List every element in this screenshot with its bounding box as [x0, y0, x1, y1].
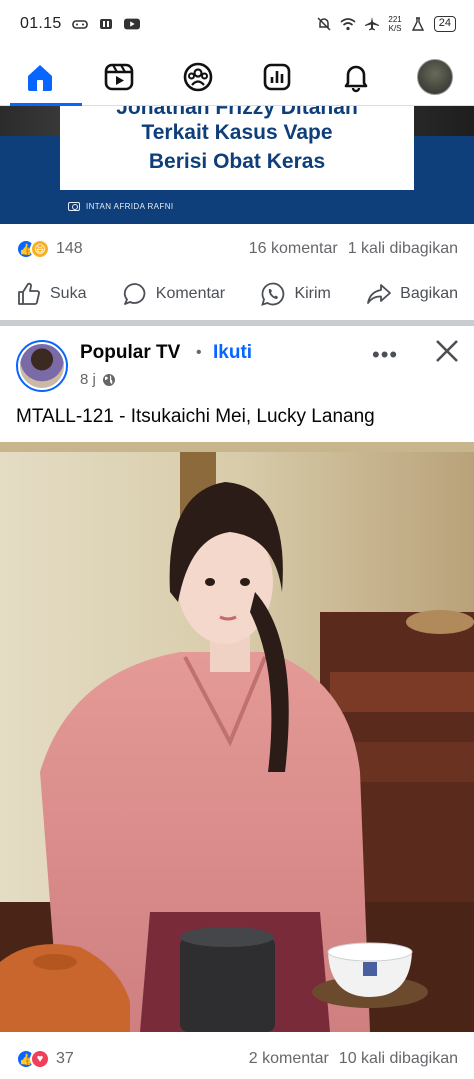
- share-count[interactable]: 1 kali dibagikan: [348, 240, 458, 258]
- page-name[interactable]: Popular TV: [80, 342, 180, 364]
- follow-button[interactable]: Ikuti: [213, 342, 252, 364]
- photo-credit-text: INTAN AFRIDA RAFNI: [86, 202, 174, 211]
- nav-dashboard[interactable]: [247, 48, 307, 106]
- previous-post-image[interactable]: Jonathan Frizzy Ditahan Terkait Kasus Va…: [0, 106, 474, 224]
- reaction-count[interactable]: 37: [56, 1050, 74, 1068]
- prev-post-reactions: 👍 😆 148 16 komentar 1 kali dibagikan: [0, 232, 474, 266]
- reaction-icons[interactable]: 👍 😆: [16, 239, 50, 259]
- thumbs-up-icon: [18, 282, 40, 305]
- dashboard-icon: [263, 63, 290, 90]
- share-button[interactable]: Bagikan: [366, 281, 458, 307]
- network-speed-unit: K/S: [388, 24, 402, 33]
- post-header: Popular TV • Ikuti 8 j •••: [0, 326, 474, 404]
- reaction-icons[interactable]: 👍 ♥: [16, 1049, 50, 1069]
- post-time-text: 8 j: [80, 371, 96, 388]
- more-options-button[interactable]: •••: [372, 342, 398, 368]
- love-reaction-icon: ♥: [30, 1049, 50, 1069]
- battery-indicator: 24: [433, 16, 456, 32]
- close-icon[interactable]: [432, 336, 462, 366]
- profile-avatar: [416, 58, 453, 95]
- mute-icon: [317, 17, 331, 31]
- nav-home[interactable]: [9, 48, 82, 106]
- groups-icon: [183, 62, 212, 91]
- nav-video[interactable]: [89, 48, 149, 106]
- dot-separator: •: [196, 344, 202, 361]
- send-button[interactable]: Kirim: [260, 281, 331, 307]
- headline-line-2: Berisi Obat Keras: [148, 150, 326, 173]
- haha-reaction-icon: 😆: [30, 239, 50, 259]
- comment-button[interactable]: Komentar: [122, 281, 225, 307]
- headline-line-1: Terkait Kasus Vape: [141, 121, 333, 144]
- video-frame: [0, 442, 474, 1032]
- bell-icon: [344, 65, 367, 92]
- video-icon: [104, 63, 133, 90]
- headline-card: Jonathan Frizzy Ditahan Terkait Kasus Va…: [60, 106, 414, 190]
- photo-credit: INTAN AFRIDA RAFNI: [68, 202, 174, 211]
- home-icon: [27, 64, 52, 91]
- share-count[interactable]: 10 kali dibagikan: [339, 1050, 458, 1068]
- comment-count[interactable]: 2 komentar: [249, 1050, 329, 1068]
- post-reactions: 👍 ♥ 37 2 komentar 10 kali dibagikan: [0, 1042, 474, 1076]
- network-speed: 221 K/S: [388, 15, 401, 33]
- network-speed-value: 221: [388, 15, 402, 24]
- status-bar: 01.15 221 K/S 24: [0, 0, 474, 48]
- flask-icon: [411, 17, 424, 31]
- comment-label: Komentar: [155, 285, 226, 302]
- post-video[interactable]: [0, 442, 474, 1032]
- post-actions: Suka Komentar Kirim Bagikan: [0, 272, 474, 316]
- post-caption: MTALL-121 - Itsukaichi Mei, Lucky Lanang: [16, 406, 375, 427]
- comment-count[interactable]: 16 komentar: [249, 240, 338, 258]
- like-button[interactable]: Suka: [16, 281, 86, 307]
- youtube-icon: [123, 18, 140, 30]
- send-label: Kirim: [294, 285, 331, 302]
- nav-notifications[interactable]: [326, 48, 386, 106]
- globe-icon: [102, 373, 115, 386]
- post-timestamp[interactable]: 8 j: [80, 371, 116, 388]
- share-label: Bagikan: [400, 285, 458, 302]
- like-label: Suka: [50, 285, 87, 302]
- nav-profile[interactable]: [405, 48, 465, 106]
- headline-cut-line: Jonathan Frizzy Ditahan: [116, 106, 358, 119]
- comment-icon: [123, 283, 146, 305]
- airplane-icon: [365, 17, 380, 31]
- reaction-count[interactable]: 148: [56, 240, 83, 258]
- status-time: 01.15: [20, 15, 62, 32]
- gamepad-icon: [71, 20, 88, 29]
- top-nav-bar: [0, 48, 474, 106]
- wifi-icon: [340, 18, 356, 31]
- nav-groups[interactable]: [168, 48, 228, 106]
- camera-icon: [68, 202, 80, 211]
- share-arrow-icon: [367, 284, 392, 304]
- app-notification-icon: [99, 19, 112, 29]
- page-avatar[interactable]: [16, 340, 68, 392]
- whatsapp-icon: [261, 282, 285, 306]
